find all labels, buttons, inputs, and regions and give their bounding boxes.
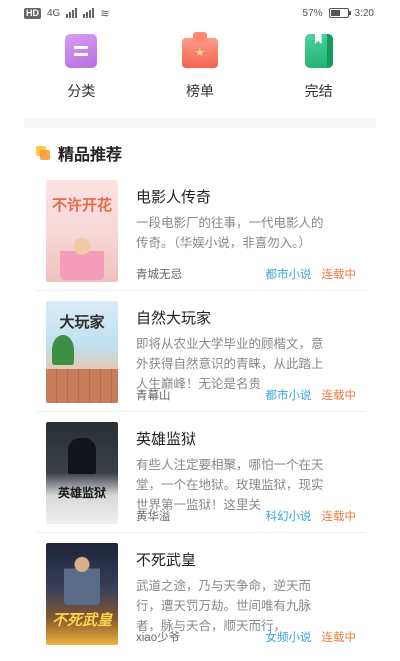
battery-icon	[328, 8, 351, 18]
category-button[interactable]: 分类	[36, 30, 126, 104]
category-icon	[65, 34, 98, 68]
status-bar: HD 4G ≋ 57% 3:20	[0, 0, 400, 26]
book-author: xiao少爷	[136, 632, 181, 644]
status-right: 57% 3:20	[303, 8, 374, 19]
book-cover[interactable]: 英雄监狱	[46, 422, 118, 524]
recommend-icon	[36, 146, 50, 160]
ranking-button[interactable]: ★ 榜单	[155, 30, 245, 104]
cover-title: 不死武皇	[51, 612, 112, 629]
status-tag: 连载中	[321, 269, 357, 281]
signal-icon	[66, 8, 78, 18]
genre-tag: 科幻小说	[265, 511, 312, 523]
cover-tree	[52, 335, 74, 365]
book-item[interactable]: 不死武皇 不死武皇 武道之途，乃与天争命，逆天而行，遭天罚万劫。世间唯有九脉者，…	[36, 533, 366, 654]
book-title: 不死武皇	[136, 552, 197, 569]
wifi-icon: ≋	[100, 7, 110, 20]
book-cover[interactable]: 大玩家	[46, 301, 118, 403]
ranking-icon: ★	[181, 32, 218, 68]
battery-fill	[330, 10, 340, 16]
book-item[interactable]: 不许开花 电影人传奇 一段电影厂的往事，一代电影人的传奇。（华娱小说，非喜勿入。…	[36, 170, 366, 291]
book-author: 青城无忌	[136, 269, 182, 281]
cover-wall	[46, 369, 118, 403]
cover-title: 不许开花	[51, 197, 112, 214]
status-tag: 连载中	[321, 511, 357, 523]
category-row: 分类 ★ 榜单 完结	[0, 30, 400, 104]
ranking-label: 榜单	[185, 83, 214, 99]
book-author: 黄华溢	[136, 511, 171, 523]
book-item[interactable]: 英雄监狱 英雄监狱 有些人注定要相聚，哪怕一个在天堂，一个在地狱。玫瑰监狱，现实…	[36, 412, 366, 533]
status-left: HD 4G ≋	[24, 7, 110, 20]
book-description: 一段电影厂的往事，一代电影人的传奇。（华娱小说，非喜勿入。）	[136, 216, 324, 250]
finished-label: 完结	[304, 83, 333, 99]
book-item[interactable]: 大玩家 自然大玩家 即将从农业大学毕业的顾楷文，意外获得自然意识的青睐，从此踏上…	[36, 291, 366, 412]
section-divider	[24, 118, 376, 128]
book-title: 英雄监狱	[136, 431, 197, 448]
book-cover[interactable]: 不许开花	[46, 180, 118, 282]
book-tags: 科幻小说 连载中	[266, 508, 357, 524]
book-cover[interactable]: 不死武皇	[46, 543, 118, 645]
book-list: 不许开花 电影人传奇 一段电影厂的往事，一代电影人的传奇。（华娱小说，非喜勿入。…	[36, 170, 366, 654]
network-label: 4G	[47, 7, 61, 19]
finished-book-icon	[304, 34, 333, 68]
category-label: 分类	[67, 83, 96, 99]
cover-figure	[68, 438, 96, 474]
finished-button[interactable]: 完结	[274, 30, 364, 104]
section-header: 精品推荐	[36, 141, 122, 165]
book-description: 即将从农业大学毕业的顾楷文，意外获得自然意识的青睐，从此踏上人生巅峰！无论是名贵	[136, 337, 324, 391]
genre-tag: 女频小说	[265, 632, 312, 644]
cover-figure	[64, 553, 100, 605]
clock: 3:20	[354, 7, 374, 19]
signal-icon-2	[83, 8, 95, 18]
cover-title: 大玩家	[59, 314, 105, 331]
book-description: 武道之途，乃与天争命，逆天而行，遭天罚万劫。世间唯有九脉者，脉与天合，顺天而行，	[136, 579, 312, 633]
cover-figure	[60, 232, 104, 280]
status-tag: 连载中	[321, 390, 357, 402]
book-description: 有些人注定要相聚，哪怕一个在天堂，一个在地狱。玫瑰监狱，现实世界第一监狱！这里关	[136, 458, 324, 512]
section-title: 精品推荐	[58, 147, 123, 164]
book-title: 自然大玩家	[136, 310, 212, 327]
genre-tag: 都市小说	[265, 269, 312, 281]
book-tags: 女频小说 连载中	[266, 629, 357, 645]
book-author: 青幕山	[136, 390, 171, 402]
network-type-badge: HD	[24, 7, 41, 19]
status-tag: 连载中	[321, 632, 357, 644]
battery-percent: 57%	[302, 7, 323, 19]
cover-title: 英雄监狱	[57, 486, 106, 500]
book-tags: 都市小说 连载中	[266, 266, 357, 282]
genre-tag: 都市小说	[265, 390, 312, 402]
book-tags: 都市小说 连载中	[266, 387, 357, 403]
book-title: 电影人传奇	[136, 189, 212, 206]
